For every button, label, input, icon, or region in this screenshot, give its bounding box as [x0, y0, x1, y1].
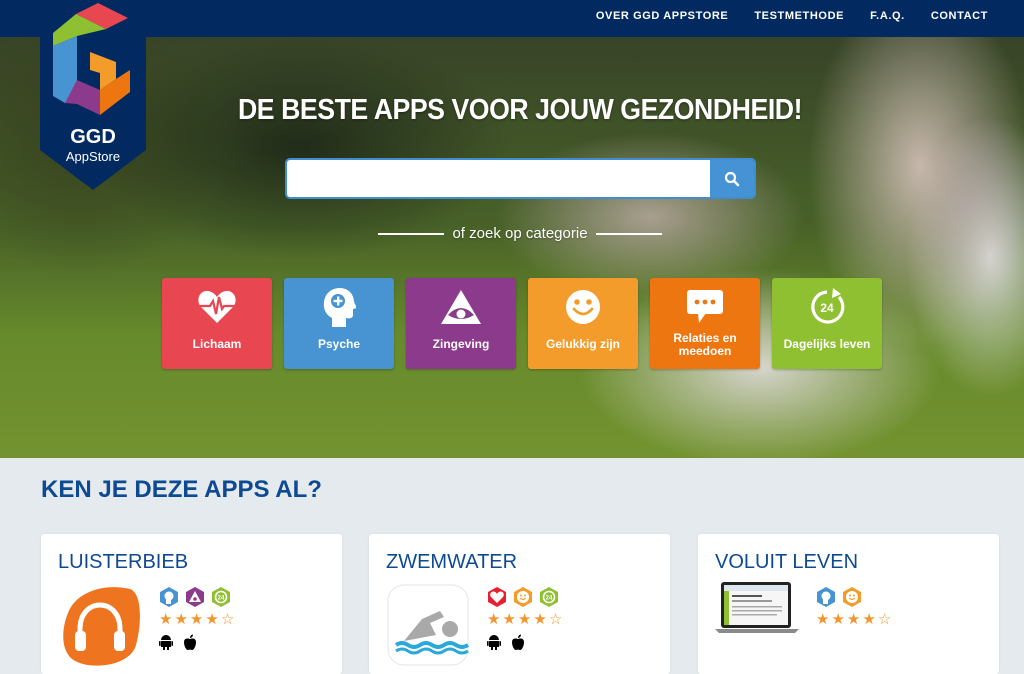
- category-badges: 24: [487, 587, 562, 607]
- star-filled-icon: ★: [862, 611, 876, 628]
- nav-testmethode[interactable]: TESTMETHODE: [754, 10, 844, 22]
- star-empty-icon: ☆: [548, 611, 563, 628]
- heart-pulse-icon: [198, 290, 236, 323]
- star-rating: ★ ★ ★ ★ ☆: [159, 612, 234, 628]
- dagelijks-leven-badge-icon: 24: [212, 587, 230, 607]
- svg-text:24: 24: [820, 301, 834, 315]
- star-filled-icon: ★: [816, 611, 830, 628]
- category-zingeving[interactable]: Zingeving: [406, 278, 516, 369]
- category-relaties-en-meedoen[interactable]: Relaties en meedoen: [650, 278, 760, 369]
- category-badges: [816, 587, 891, 607]
- star-rating: ★ ★ ★ ★ ☆: [816, 612, 891, 628]
- apple-icon[interactable]: [183, 634, 197, 650]
- search-icon: [724, 171, 740, 186]
- app-card-zwemwater[interactable]: ZWEMWATER 24 ★ ★ ★ ★ ☆: [369, 534, 670, 674]
- hero-title: DE BESTE APPS VOOR JOUW GEZONDHEID!: [237, 94, 803, 126]
- clock-24-icon: 24: [811, 288, 845, 324]
- star-filled-icon: ★: [174, 611, 188, 628]
- gelukkig-zijn-badge-icon: [843, 587, 861, 607]
- platform-icons: [159, 634, 234, 650]
- psyche-badge-icon: [817, 587, 835, 607]
- svg-text:AppStore: AppStore: [66, 149, 120, 164]
- app-title[interactable]: ZWEMWATER: [386, 551, 517, 574]
- logo-icon: GGD AppStore: [40, 0, 146, 190]
- app-title[interactable]: LUISTERBIEB: [58, 551, 188, 574]
- nav-faq[interactable]: F.A.Q.: [870, 10, 905, 22]
- speech-bubble-icon: [687, 290, 723, 323]
- laptop-screenshot: [715, 582, 799, 633]
- svg-text:GGD: GGD: [70, 126, 116, 148]
- headphones-app-icon: [63, 587, 140, 666]
- app-thumbnail[interactable]: [386, 583, 470, 667]
- star-filled-icon: ★: [533, 611, 547, 628]
- star-filled-icon: ★: [846, 611, 861, 628]
- app-meta: ★ ★ ★ ★ ☆: [816, 587, 891, 628]
- category-lichaam[interactable]: Lichaam: [162, 278, 272, 369]
- star-filled-icon: ★: [205, 611, 219, 628]
- nav-contact[interactable]: CONTACT: [931, 10, 988, 22]
- category-label: Zingeving: [432, 337, 490, 351]
- category-label: Dagelijks leven: [783, 337, 871, 351]
- svg-text:24: 24: [546, 596, 553, 602]
- search-input[interactable]: [287, 160, 710, 197]
- divider-line-left: [378, 232, 445, 235]
- category-prompt: of zoek op categorie: [0, 225, 1024, 242]
- android-icon[interactable]: [159, 634, 173, 650]
- platform-icons: [487, 634, 562, 650]
- star-filled-icon: ★: [159, 611, 173, 628]
- star-filled-icon: ★: [517, 611, 532, 628]
- dagelijks-leven-badge-icon: 24: [540, 587, 558, 607]
- category-badges: 24: [159, 587, 234, 607]
- apple-icon[interactable]: [511, 634, 525, 650]
- smiley-icon: [566, 290, 600, 324]
- section-title: KEN JE DEZE APPS AL?: [41, 476, 322, 503]
- psyche-badge-icon: [160, 587, 178, 607]
- star-filled-icon: ★: [189, 611, 204, 628]
- star-filled-icon: ★: [487, 611, 501, 628]
- lichaam-badge-icon: [488, 587, 506, 607]
- category-dagelijks-leven[interactable]: 24 Dagelijks leven: [772, 278, 882, 369]
- hero-banner: DE BESTE APPS VOOR JOUW GEZONDHEID! of z…: [0, 37, 1024, 458]
- app-title[interactable]: VOLUIT LEVEN: [715, 551, 858, 574]
- head-plus-icon: [323, 288, 356, 327]
- star-empty-icon: ☆: [220, 611, 235, 628]
- app-card-luisterbieb[interactable]: LUISTERBIEB 24 ★ ★ ★ ★ ☆: [41, 534, 342, 674]
- main-menu: OVER GGD APPSTORE TESTMETHODE F.A.Q. CON…: [596, 0, 988, 32]
- category-gelukkig-zijn[interactable]: Gelukkig zijn: [528, 278, 638, 369]
- app-thumbnail[interactable]: [715, 578, 799, 662]
- app-thumbnail[interactable]: [58, 583, 142, 667]
- divider-line-right: [595, 232, 662, 235]
- app-meta: 24 ★ ★ ★ ★ ☆: [159, 587, 234, 650]
- swimmer-app-icon: [387, 584, 470, 666]
- category-label: Psyche: [317, 337, 361, 351]
- app-card-voluit-leven[interactable]: VOLUIT LEVEN ★ ★ ★ ★ ☆: [698, 534, 999, 674]
- star-filled-icon: ★: [831, 611, 845, 628]
- nav-over-ggd-appstore[interactable]: OVER GGD APPSTORE: [596, 10, 728, 22]
- top-navigation-bar: OVER GGD APPSTORE TESTMETHODE F.A.Q. CON…: [0, 0, 1024, 37]
- category-label: Lichaam: [192, 337, 242, 351]
- star-filled-icon: ★: [502, 611, 516, 628]
- star-rating: ★ ★ ★ ★ ☆: [487, 612, 562, 628]
- category-label: Gelukkig zijn: [545, 337, 620, 351]
- category-psyche[interactable]: Psyche: [284, 278, 394, 369]
- eye-triangle-icon: [441, 290, 481, 324]
- svg-text:24: 24: [218, 596, 225, 602]
- star-empty-icon: ☆: [877, 611, 892, 628]
- app-meta: 24 ★ ★ ★ ★ ☆: [487, 587, 562, 650]
- gelukkig-zijn-badge-icon: [514, 587, 532, 607]
- zingeving-badge-icon: [186, 587, 204, 607]
- search-bar: [287, 160, 754, 197]
- android-icon[interactable]: [487, 634, 501, 650]
- search-button[interactable]: [710, 160, 754, 197]
- ggd-appstore-logo[interactable]: GGD AppStore: [40, 0, 146, 190]
- category-prompt-text: of zoek op categorie: [452, 225, 588, 242]
- category-label: Relaties en meedoen: [673, 330, 737, 358]
- category-tiles: Lichaam Psyche Zingeving Gelukkig zijn R…: [162, 278, 882, 369]
